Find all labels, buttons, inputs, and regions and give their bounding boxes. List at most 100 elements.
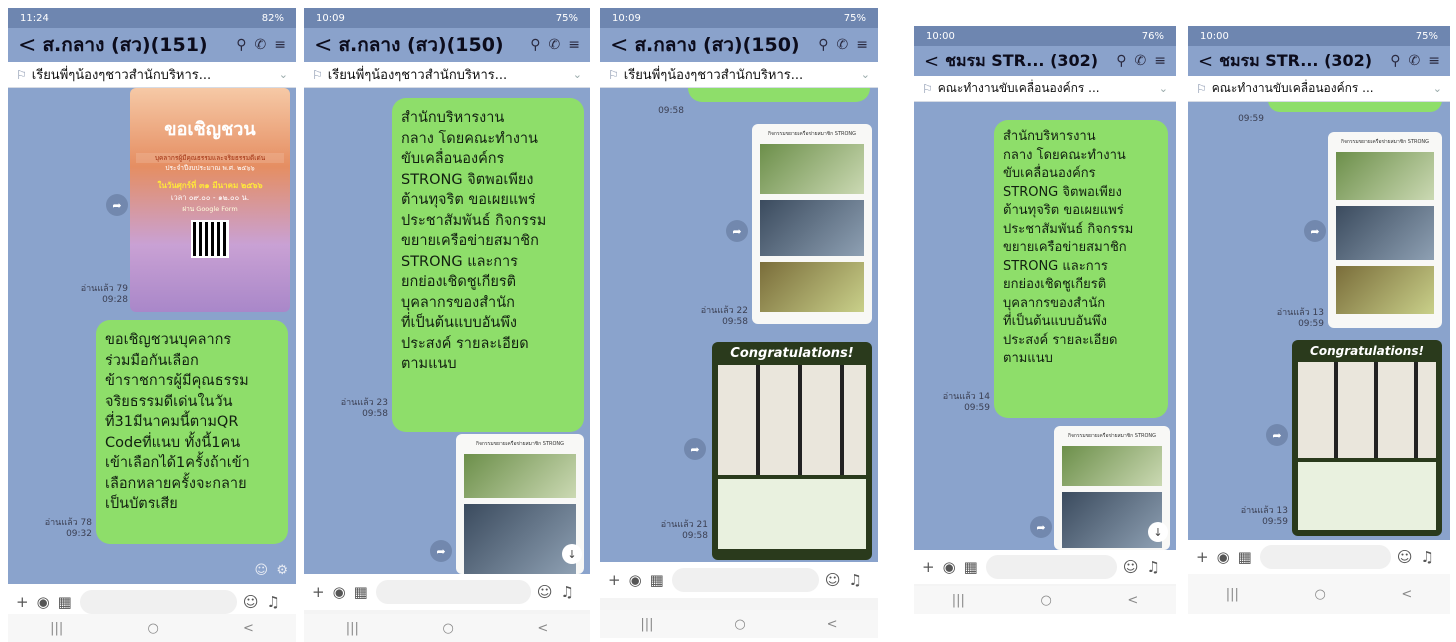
call-icon[interactable]: ✆ [1135, 53, 1147, 69]
image-icon[interactable]: ▦ [354, 583, 368, 601]
plus-icon[interactable]: + [608, 571, 621, 589]
announcement-icon: ⚐ [312, 67, 323, 82]
plus-icon[interactable]: + [312, 583, 325, 601]
message-input[interactable] [79, 590, 237, 614]
call-icon[interactable]: ✆ [255, 37, 267, 53]
pinned-announcement[interactable]: ⚐ คณะทำงานขับเคลื่อนองค์กร ... ⌄ [914, 76, 1176, 102]
camera-icon[interactable]: ◉ [1217, 548, 1230, 566]
microphone-icon[interactable]: ♫ [1421, 548, 1434, 566]
home-icon[interactable]: ○ [734, 617, 745, 632]
emoji-icon[interactable]: ☺ [1123, 558, 1139, 576]
menu-icon[interactable]: ≡ [856, 37, 868, 53]
message-input[interactable] [1259, 545, 1391, 569]
back-icon[interactable]: < [924, 51, 939, 72]
menu-icon[interactable]: ≡ [1154, 53, 1166, 69]
camera-icon[interactable]: ◉ [943, 558, 956, 576]
chevron-down-icon[interactable]: ⌄ [279, 68, 288, 81]
call-icon[interactable]: ✆ [1409, 53, 1421, 69]
poster-image[interactable]: ขอเชิญชวน บุคลากรผู้มีคุณธรรมและจริยธรรม… [130, 88, 290, 312]
document-image[interactable]: กิจกรรมขยายเครือข่ายสมาชิก STRONG [1328, 132, 1442, 328]
share-icon[interactable]: ➦ [1030, 516, 1052, 538]
menu-icon[interactable]: ≡ [568, 37, 580, 53]
chat-title: ส.กลาง (สว)(150) [634, 34, 800, 56]
image-icon[interactable]: ▦ [650, 571, 664, 589]
message-bubble[interactable]: ขอเชิญชวนบุคลากร ร่วมมือกันเลือก ข้าราชก… [96, 320, 288, 544]
chevron-down-icon[interactable]: ⌄ [573, 68, 582, 81]
call-icon[interactable]: ✆ [549, 37, 561, 53]
search-icon[interactable]: ⚲ [236, 37, 246, 53]
search-icon[interactable]: ⚲ [530, 37, 540, 53]
plus-icon[interactable]: + [16, 593, 29, 611]
image-icon[interactable]: ▦ [1238, 548, 1252, 566]
message-input[interactable] [375, 580, 531, 604]
menu-icon[interactable]: ≡ [274, 37, 286, 53]
microphone-icon[interactable]: ♫ [849, 571, 862, 589]
chevron-down-icon[interactable]: ⌄ [1159, 82, 1168, 95]
back-icon[interactable]: < [1198, 51, 1213, 72]
message-bubble[interactable]: สำนักบริหารงาน กลาง โดยคณะทำงาน ขับเคลื่… [392, 98, 584, 432]
back-icon[interactable]: < [314, 33, 332, 58]
microphone-icon[interactable]: ♫ [1147, 558, 1160, 576]
message-input[interactable] [985, 555, 1117, 579]
pinned-announcement[interactable]: ⚐ เรียนพี่ๆน้องๆชาวสำนักบริหาร... ⌄ [600, 62, 878, 88]
nav-back-icon[interactable]: < [1127, 593, 1138, 608]
recent-apps-icon[interactable]: ||| [50, 621, 63, 636]
plus-icon[interactable]: + [1196, 548, 1209, 566]
image-icon[interactable]: ▦ [58, 593, 72, 611]
nav-back-icon[interactable]: < [1401, 587, 1412, 602]
search-icon[interactable]: ⚲ [1116, 53, 1126, 69]
emoji-icon[interactable]: ☺ [254, 563, 268, 578]
message-input[interactable] [671, 568, 819, 592]
settings-icon[interactable]: ⚙ [276, 563, 288, 578]
image-icon[interactable]: ▦ [964, 558, 978, 576]
recent-apps-icon[interactable]: ||| [346, 621, 359, 636]
message-bubble[interactable]: สำนักบริหารงาน กลาง โดยคณะทำงาน ขับเคลื่… [994, 120, 1168, 418]
scroll-down-icon[interactable]: ↓ [1148, 522, 1168, 542]
home-icon[interactable]: ○ [147, 621, 158, 636]
home-icon[interactable]: ○ [1040, 593, 1051, 608]
microphone-icon[interactable]: ♫ [267, 593, 280, 611]
emoji-icon[interactable]: ☺ [825, 571, 841, 589]
search-icon[interactable]: ⚲ [818, 37, 828, 53]
home-icon[interactable]: ○ [1314, 587, 1325, 602]
pinned-announcement[interactable]: ⚐ เรียนพี่ๆน้องๆชาวสำนักบริหาร... ⌄ [304, 62, 590, 88]
emoji-icon[interactable]: ☺ [243, 593, 259, 611]
plus-icon[interactable]: + [922, 558, 935, 576]
chat-header: < ส.กลาง (สว)(150) ⚲ ✆ ≡ [600, 28, 878, 62]
message-bubble-partial[interactable] [1268, 102, 1442, 112]
microphone-icon[interactable]: ♫ [561, 583, 574, 601]
camera-icon[interactable]: ◉ [629, 571, 642, 589]
share-icon[interactable]: ➦ [1266, 424, 1288, 446]
search-icon[interactable]: ⚲ [1390, 53, 1400, 69]
nav-back-icon[interactable]: < [827, 617, 838, 632]
share-icon[interactable]: ➦ [684, 438, 706, 460]
recent-apps-icon[interactable]: ||| [1226, 587, 1239, 602]
camera-icon[interactable]: ◉ [37, 593, 50, 611]
nav-back-icon[interactable]: < [537, 621, 548, 636]
chevron-down-icon[interactable]: ⌄ [1433, 82, 1442, 95]
share-icon[interactable]: ➦ [430, 540, 452, 562]
menu-icon[interactable]: ≡ [1428, 53, 1440, 69]
scroll-down-icon[interactable]: ↓ [562, 544, 582, 564]
nav-back-icon[interactable]: < [243, 621, 254, 636]
camera-icon[interactable]: ◉ [333, 583, 346, 601]
share-icon[interactable]: ➦ [1304, 220, 1326, 242]
call-icon[interactable]: ✆ [837, 37, 849, 53]
share-icon[interactable]: ➦ [726, 220, 748, 242]
back-icon[interactable]: < [18, 33, 36, 58]
document-image[interactable]: กิจกรรมขยายเครือข่ายสมาชิก STRONG [752, 124, 872, 324]
pinned-announcement[interactable]: ⚐ เรียนพี่ๆน้องๆชาวสำนักบริหาร... ⌄ [8, 62, 296, 88]
pinned-announcement[interactable]: ⚐ คณะทำงานขับเคลื่อนองค์กร ... ⌄ [1188, 76, 1450, 102]
recent-apps-icon[interactable]: ||| [952, 593, 965, 608]
message-input-bar: + ◉ ▦ ☺ ♫ [1188, 540, 1450, 574]
congratulations-image[interactable]: Congratulations! [712, 342, 872, 560]
chevron-down-icon[interactable]: ⌄ [861, 68, 870, 81]
back-icon[interactable]: < [610, 33, 628, 58]
share-icon[interactable]: ➦ [106, 194, 128, 216]
home-icon[interactable]: ○ [442, 621, 453, 636]
recent-apps-icon[interactable]: ||| [640, 617, 653, 632]
emoji-icon[interactable]: ☺ [1397, 548, 1413, 566]
emoji-icon[interactable]: ☺ [537, 583, 553, 601]
congratulations-image[interactable]: Congratulations! [1292, 340, 1442, 536]
message-bubble-partial[interactable] [688, 88, 870, 102]
